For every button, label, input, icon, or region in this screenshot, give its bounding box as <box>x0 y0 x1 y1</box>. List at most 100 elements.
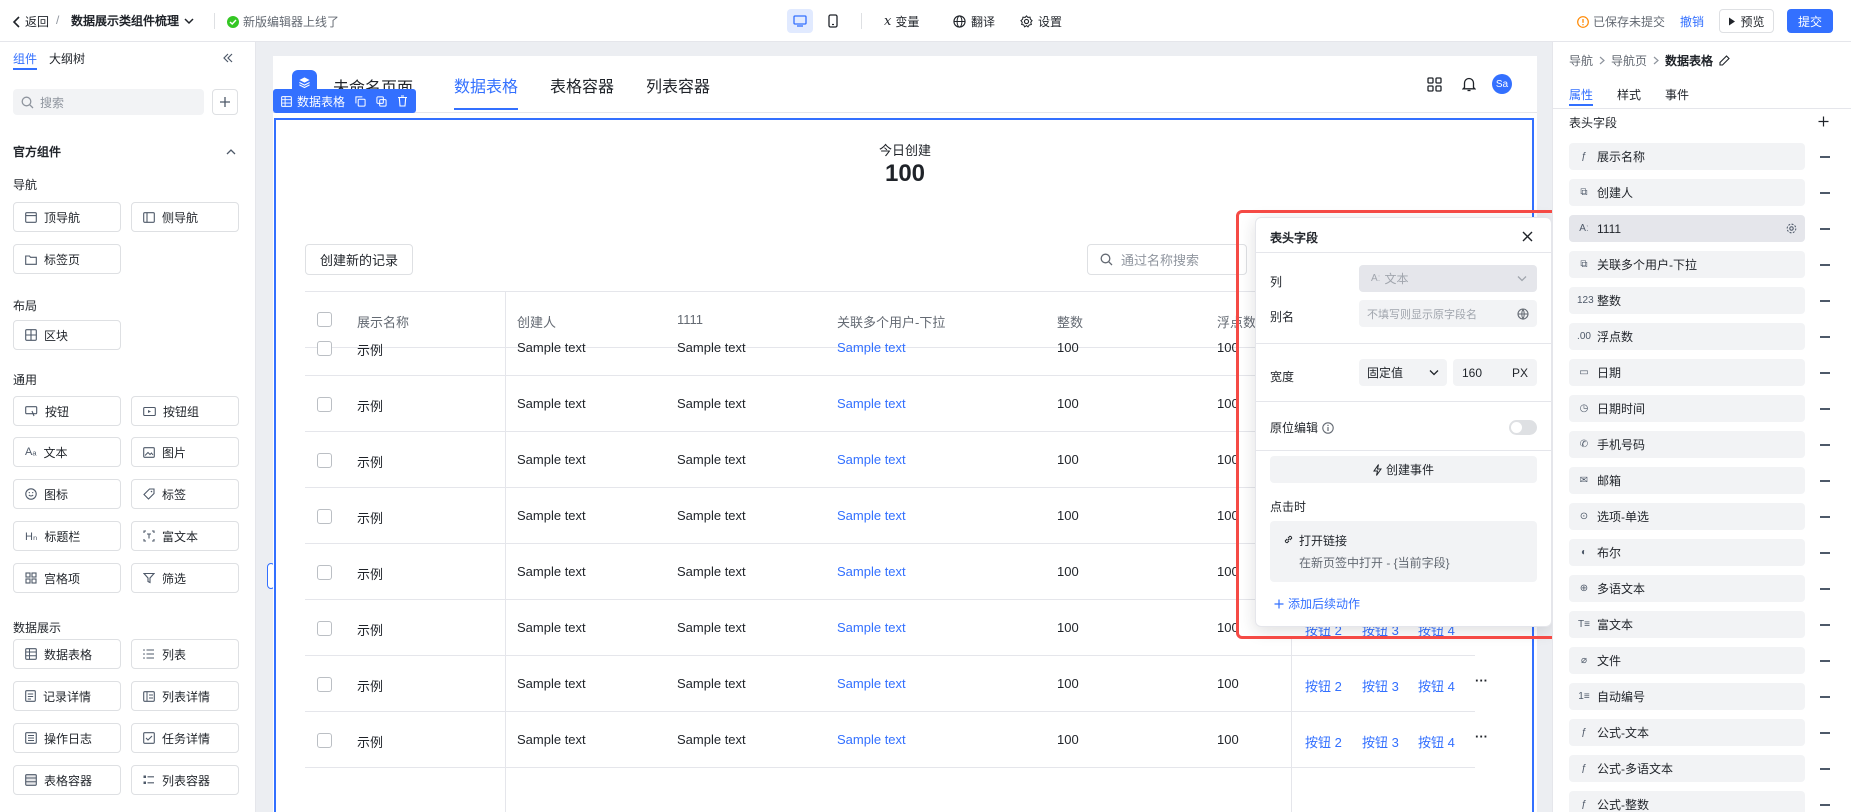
component-list-detail[interactable]: 列表详情 <box>131 681 239 711</box>
remove-field-button[interactable] <box>1820 552 1830 554</box>
row-checkbox[interactable] <box>317 677 332 692</box>
component-button-group[interactable]: 按钮组 <box>131 396 239 426</box>
header-field-item[interactable]: ⌀ 文件 <box>1569 647 1805 674</box>
component-search[interactable]: 搜索 <box>13 89 204 115</box>
remove-field-button[interactable] <box>1820 804 1830 806</box>
remove-field-button[interactable] <box>1820 480 1830 482</box>
collapse-section-button[interactable] <box>224 144 238 158</box>
component-grid-item[interactable]: 宫格项 <box>13 563 121 593</box>
header-field-item[interactable]: ƒ 公式-多语文本 <box>1569 755 1805 782</box>
component-rich-text[interactable]: 富文本 <box>131 521 239 551</box>
component-data-table[interactable]: 数据表格 <box>13 639 121 669</box>
header-field-item[interactable]: ⊙ 选项-单选 <box>1569 503 1805 530</box>
column-header[interactable]: 创建人 <box>517 312 556 331</box>
component-image[interactable]: 图片 <box>131 437 239 467</box>
row-action-button[interactable]: 按钮 2 <box>1305 676 1342 695</box>
remove-field-button[interactable] <box>1820 264 1830 266</box>
tab-components[interactable]: 组件 <box>13 50 37 67</box>
remove-field-button[interactable] <box>1820 660 1830 662</box>
row-action-button[interactable]: 按钮 4 <box>1418 732 1455 751</box>
remove-field-button[interactable] <box>1820 516 1830 518</box>
remove-field-button[interactable] <box>1820 444 1830 446</box>
remove-field-button[interactable] <box>1820 624 1830 626</box>
add-component-button[interactable] <box>212 89 238 115</box>
row-more-button[interactable]: ··· <box>1475 673 1488 688</box>
header-field-item[interactable]: 1≡ 自动编号 <box>1569 683 1805 710</box>
column-header[interactable]: 展示名称 <box>357 312 409 331</box>
select-all-checkbox[interactable] <box>317 312 332 327</box>
header-field-item[interactable]: ✉ 邮箱 <box>1569 467 1805 494</box>
remove-field-button[interactable] <box>1820 696 1830 698</box>
remove-field-button[interactable] <box>1820 300 1830 302</box>
header-field-item[interactable]: ƒ 公式-文本 <box>1569 719 1805 746</box>
column-header[interactable]: 整数 <box>1057 312 1083 331</box>
desktop-view-button[interactable] <box>787 9 813 33</box>
component-tag[interactable]: 标签 <box>131 479 239 509</box>
component-list[interactable]: 列表 <box>131 639 239 669</box>
edit-pencil-icon[interactable] <box>1719 55 1730 66</box>
row-checkbox[interactable] <box>317 621 332 636</box>
tab-events[interactable]: 事件 <box>1665 86 1689 103</box>
undo-button[interactable]: 撤销 <box>1680 13 1704 30</box>
row-checkbox[interactable] <box>317 397 332 412</box>
row-checkbox[interactable] <box>317 733 332 748</box>
submit-button[interactable]: 提交 <box>1787 9 1833 33</box>
table-cell[interactable]: Sample text <box>837 676 906 691</box>
component-filter[interactable]: 筛选 <box>131 563 239 593</box>
search-input[interactable]: 搜索 <box>40 94 64 111</box>
table-cell[interactable]: Sample text <box>837 732 906 747</box>
column-header[interactable]: 1111 <box>677 312 703 327</box>
component-icon[interactable]: 图标 <box>13 479 121 509</box>
component-title-bar[interactable]: Hₙ 标题栏 <box>13 521 121 551</box>
row-checkbox[interactable] <box>317 509 332 524</box>
header-field-item[interactable]: ✆ 手机号码 <box>1569 431 1805 458</box>
row-action-button[interactable]: 按钮 2 <box>1305 732 1342 751</box>
table-cell[interactable]: Sample text <box>837 452 906 467</box>
row-action-button[interactable]: 按钮 4 <box>1418 676 1455 695</box>
remove-field-button[interactable] <box>1820 768 1830 770</box>
row-action-button[interactable]: 按钮 3 <box>1362 676 1399 695</box>
header-field-item[interactable]: T≡ 富文本 <box>1569 611 1805 638</box>
header-field-item[interactable]: ⧉ 创建人 <box>1569 179 1805 206</box>
component-block[interactable]: 区块 <box>13 320 121 350</box>
component-operation-log[interactable]: 操作日志 <box>13 723 121 753</box>
header-field-item[interactable]: .00 浮点数 <box>1569 323 1805 350</box>
header-field-item[interactable]: ⧉ 关联多个用户-下拉 <box>1569 251 1805 278</box>
component-text[interactable]: Aₐ 文本 <box>13 437 121 467</box>
header-field-item[interactable]: ▭ 日期 <box>1569 359 1805 386</box>
add-field-button[interactable] <box>1816 114 1830 128</box>
header-field-item[interactable]: ⊕ 多语文本 <box>1569 575 1805 602</box>
tab-properties[interactable]: 属性 <box>1569 86 1593 103</box>
header-field-item[interactable]: ◷ 日期时间 <box>1569 395 1805 422</box>
header-field-item[interactable]: ƒ 展示名称 <box>1569 143 1805 170</box>
remove-field-button[interactable] <box>1820 588 1830 590</box>
remove-field-button[interactable] <box>1820 336 1830 338</box>
gear-icon[interactable] <box>1786 223 1797 234</box>
tab-style[interactable]: 样式 <box>1617 86 1641 103</box>
component-top-nav[interactable]: 顶导航 <box>13 202 121 232</box>
component-button[interactable]: 按钮 <box>13 396 121 426</box>
new-editor-notice[interactable]: 新版编辑器上线了 <box>227 13 339 30</box>
table-cell[interactable]: Sample text <box>837 620 906 635</box>
row-checkbox[interactable] <box>317 453 332 468</box>
table-cell[interactable]: Sample text <box>837 396 906 411</box>
table-cell[interactable]: Sample text <box>837 564 906 579</box>
table-cell[interactable]: Sample text <box>837 508 906 523</box>
breadcrumb-item[interactable]: 导航 <box>1569 52 1593 69</box>
component-record-detail[interactable]: 记录详情 <box>13 681 121 711</box>
row-checkbox[interactable] <box>317 565 332 580</box>
header-field-item[interactable]: ◐ 布尔 <box>1569 539 1805 566</box>
table-cell[interactable]: Sample text <box>837 340 906 355</box>
component-task-detail[interactable]: 任务详情 <box>131 723 239 753</box>
preview-button[interactable]: 预览 <box>1719 9 1774 33</box>
component-table-container[interactable]: 表格容器 <box>13 765 121 795</box>
header-field-item[interactable]: Aː 1111 <box>1569 215 1805 242</box>
row-checkbox[interactable] <box>317 341 332 356</box>
back-button[interactable]: 返回 <box>12 13 49 30</box>
remove-field-button[interactable] <box>1820 372 1830 374</box>
tab-outline-tree[interactable]: 大纲树 <box>49 50 85 67</box>
project-title-dropdown[interactable]: 数据展示类组件梳理 <box>71 12 194 29</box>
variables-button[interactable]: 𝑥 变量 <box>884 13 919 30</box>
remove-field-button[interactable] <box>1820 156 1830 158</box>
row-more-button[interactable]: ··· <box>1475 729 1488 744</box>
